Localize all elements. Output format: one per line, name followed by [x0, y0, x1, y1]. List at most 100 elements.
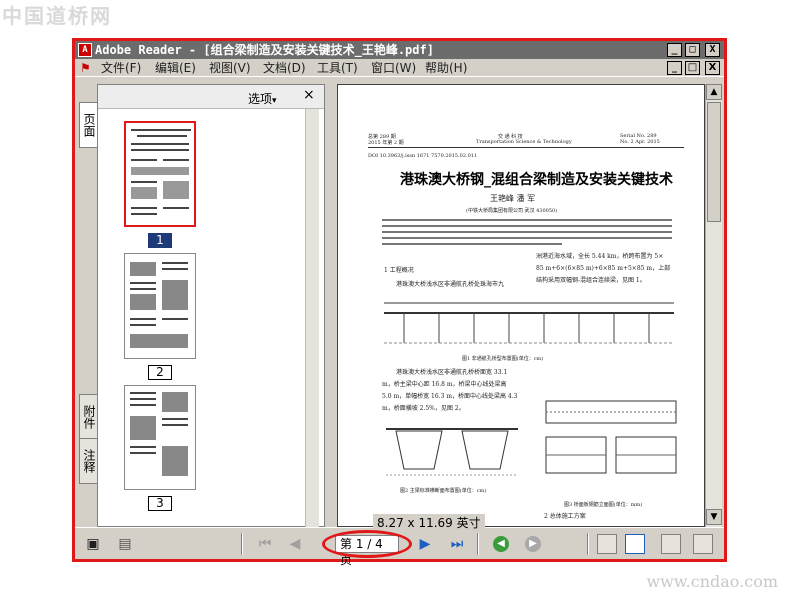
last-page-button[interactable]: ⏭ [447, 534, 467, 554]
go-forward-icon[interactable]: ▶ [525, 536, 541, 552]
scroll-up-button[interactable]: ▲ [706, 84, 722, 100]
thumbnail-label-1[interactable]: 1 [148, 233, 172, 248]
doi-text: DOI 10.3963/j.issn 1671 7570.2015.02.011 [368, 153, 478, 159]
doc-restore-button[interactable]: □ [685, 61, 700, 75]
thumbnails-pane: 选项▾ × 1 2 3 [97, 84, 325, 527]
thumb-text-line [130, 452, 156, 454]
thumb-text-line [131, 181, 157, 183]
bridge-elevation-figure [384, 302, 674, 344]
menu-view[interactable]: 视图(V) [209, 59, 251, 77]
abstract-line [382, 219, 672, 221]
thumb-text-line [131, 207, 157, 209]
go-back-icon[interactable]: ◀ [493, 536, 509, 552]
page-field-highlight [322, 530, 412, 558]
right-column-line: 结构采用双幅钢-混组合连续梁，见图 1。 [536, 277, 646, 284]
thumb-text-line [131, 143, 189, 145]
page-size-readout: 8.27 x 11.69 英寸 [373, 514, 485, 531]
menu-document[interactable]: 文档(D) [263, 59, 306, 77]
abstract-line [382, 243, 562, 245]
thumb-text-line [137, 135, 187, 137]
first-page-button[interactable]: ⏮ [255, 534, 275, 554]
thumb-text-line [130, 392, 156, 394]
options-label: 选项 [248, 92, 273, 106]
document-view[interactable]: 总第 289 期 2015 年第 2 期 交 通 科 技 Transportat… [337, 84, 705, 527]
body-paragraph: m，桥主梁中心距 16.8 m，桥梁中心线处梁高 [382, 381, 507, 388]
thumb-text-line [130, 324, 156, 326]
previous-page-button[interactable]: ◀ [285, 534, 305, 554]
thumb-text-line [130, 404, 156, 406]
single-page-layout-button[interactable] [597, 534, 617, 554]
chevron-down-icon: ▾ [272, 96, 277, 106]
page-thumbnail-1[interactable] [124, 121, 196, 227]
doc-minimize-button[interactable]: _ [667, 61, 682, 75]
adobe-reader-icon: A [78, 43, 92, 57]
thumb-text-line [130, 288, 156, 290]
paper-authors: 王艳峰 潘 军 [490, 194, 536, 203]
tab-comments[interactable]: 注释 [79, 438, 97, 484]
section-heading-1: 1 工程概况 [384, 267, 414, 274]
watermark-url: www.cndao.com [646, 572, 778, 591]
thumb-text-line [162, 424, 188, 426]
thumb-text-line [131, 129, 191, 131]
navigation-tabs: 页面 附件 注释 [77, 84, 97, 527]
pane-splitter[interactable] [327, 84, 337, 527]
tab-pages[interactable]: 页面 [79, 102, 97, 148]
menu-help[interactable]: 帮助(H) [425, 59, 467, 77]
next-page-button[interactable]: ▶ [415, 534, 435, 554]
thumb-text-line [162, 418, 188, 420]
tab-attachments[interactable]: 附件 [79, 394, 97, 440]
thumbnails-scrollbar[interactable] [305, 109, 319, 527]
thumb-figure [130, 262, 156, 276]
paper-affiliation: (中铁大桥局集团有限公司 武汉 430050) [466, 208, 558, 214]
scroll-thumb[interactable] [707, 102, 721, 222]
doc-close-button[interactable]: X [705, 61, 720, 75]
scroll-down-button[interactable]: ▼ [706, 509, 722, 525]
deck-rebar-figure [545, 400, 677, 474]
thumb-text-line [130, 398, 156, 400]
menu-file[interactable]: 文件(F) [101, 59, 141, 77]
facing-layout-button[interactable] [661, 534, 681, 554]
thumb-figure [162, 392, 188, 412]
continuous-layout-button[interactable] [625, 534, 645, 554]
figure-1-caption: 图1 非通航孔桥型布置图(单位：cm) [462, 356, 544, 362]
close-button[interactable]: X [705, 43, 720, 57]
minimize-button[interactable]: _ [667, 43, 682, 57]
right-column-line: 洲港近海水域，全长 5.44 km，桥跨布置为 5× [536, 253, 664, 260]
menu-tools[interactable]: 工具(T) [317, 59, 358, 77]
thumbnail-label-2[interactable]: 2 [148, 365, 172, 380]
menu-window[interactable]: 窗口(W) [371, 59, 416, 77]
header-year: 2015 年第 2 期 [368, 140, 404, 146]
thumbnail-label-3[interactable]: 3 [148, 496, 172, 511]
toolbar-separator [587, 533, 589, 555]
thumb-figure [130, 294, 156, 310]
adobe-reader-window: A Adobe Reader - [组合梁制造及安装关键技术_王艳峰.pdf] … [72, 38, 727, 567]
menu-edit[interactable]: 编辑(E) [155, 59, 196, 77]
thumb-text-line [131, 159, 157, 161]
document-scrollbar[interactable]: ▲ ▼ [705, 84, 722, 527]
page-thumbnail-2[interactable] [124, 253, 196, 359]
monitor-icon[interactable]: ▣ [83, 534, 103, 554]
window-title: Adobe Reader - [组合梁制造及安装关键技术_王艳峰.pdf] [95, 43, 434, 57]
cross-section-figure [386, 428, 518, 476]
continuous-facing-layout-button[interactable] [693, 534, 713, 554]
thumb-figure [130, 334, 188, 348]
right-column-line: 85 m+6×(6×85 m)+6×85 m+5×85 m，上部 [536, 265, 671, 272]
options-button[interactable]: 选项▾ [248, 90, 277, 107]
thumb-text-line [162, 262, 188, 264]
menu-bar: ⚑ 文件(F) 编辑(E) 视图(V) 文档(D) 工具(T) 窗口(W) 帮助… [75, 59, 724, 77]
body-paragraph: 5.0 m，单幅桥宽 16.3 m，桥面中心线处梁高 4.3 [382, 393, 518, 400]
thumb-text-line [131, 213, 157, 215]
paper-title: 港珠澳大桥钢_混组合梁制造及安装关键技术 [400, 172, 673, 188]
status-bar: 8.27 x 11.69 英寸 ▣ ▤ ⏮ ◀ 第 1 / 4 页 ▶ ⏭ ◀ … [75, 514, 724, 567]
journal-name-en: Transportation Science & Technology [476, 139, 572, 145]
thumb-figure [131, 167, 189, 175]
thumb-figure [163, 181, 189, 199]
thumb-figure [162, 280, 188, 310]
thumb-figure [162, 446, 188, 476]
close-pane-button[interactable]: × [303, 87, 315, 103]
thumbnails-header: 选项▾ × [98, 85, 324, 109]
page-layout-icon[interactable]: ▤ [115, 534, 135, 554]
maximize-button[interactable]: □ [685, 43, 700, 57]
page-thumbnail-3[interactable] [124, 385, 196, 490]
abstract-line [382, 225, 672, 227]
